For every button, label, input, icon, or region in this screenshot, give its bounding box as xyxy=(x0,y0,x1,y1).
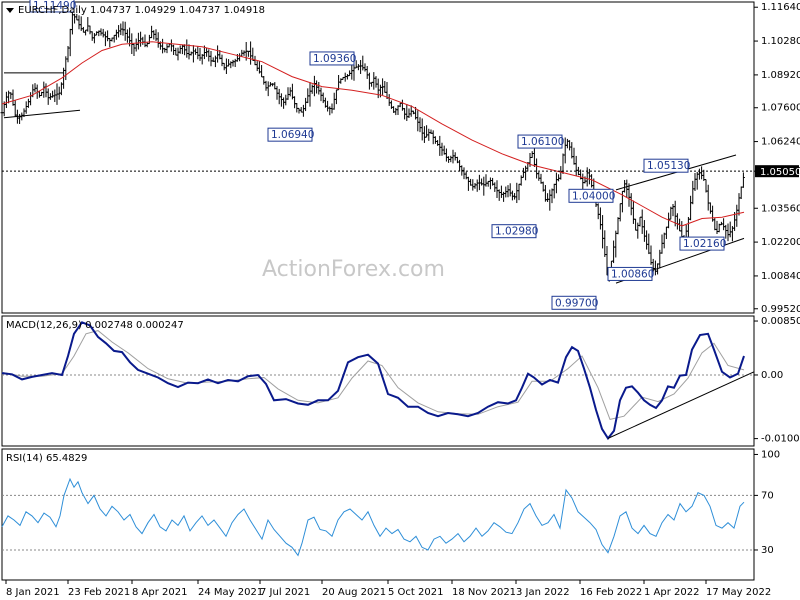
price-annotation-text: 1.00860 xyxy=(611,268,654,280)
x-axis-label: 20 Aug 2021 xyxy=(322,587,386,598)
rsi-axis-label: 30 xyxy=(761,545,774,556)
price-axis-label: 1.03560 xyxy=(761,203,800,214)
price-annotation-text: 1.06100 xyxy=(521,136,564,148)
price-annotation: 0.99700 xyxy=(551,295,598,310)
x-axis-label: 16 Feb 2022 xyxy=(580,587,642,598)
price-annotation: 1.06940 xyxy=(267,127,314,142)
price-title: EURCHF,Daily 1.04737 1.04929 1.04737 1.0… xyxy=(6,5,265,16)
current-price-label: 1.05050 xyxy=(760,167,800,178)
price-axis-label: 1.06240 xyxy=(761,137,800,148)
x-axis-label: 8 Jan 2021 xyxy=(6,587,60,598)
x-axis-label: 8 Apr 2021 xyxy=(132,587,187,598)
x-axis-label: 23 Feb 2021 xyxy=(68,587,130,598)
x-axis-label: 1 Apr 2022 xyxy=(644,587,699,598)
rsi-axis-label: 70 xyxy=(761,490,774,501)
price-axis-label: 1.02200 xyxy=(761,237,800,248)
rsi-panel xyxy=(1,448,755,581)
price-annotation-text: 1.02160 xyxy=(683,238,726,250)
price-title-text: EURCHF,Daily 1.04737 1.04929 1.04737 1.0… xyxy=(18,5,265,16)
price-axis-label: 1.07600 xyxy=(761,103,800,114)
x-axis-label: 18 Nov 2021 xyxy=(452,587,516,598)
price-annotation: 1.05130 xyxy=(643,158,690,173)
chart-canvas: ActionForex.com 1.114901.093601.069401.0… xyxy=(0,0,800,598)
price-annotation: 1.09360 xyxy=(309,51,356,66)
x-axis-label: 17 May 2022 xyxy=(706,587,771,598)
rsi-axis-label: 100 xyxy=(761,449,780,460)
rsi-title-text: RSI(14) 65.4829 xyxy=(6,453,87,464)
x-axis-label: 5 Oct 2021 xyxy=(388,587,443,598)
price-axis-label: 0.99520 xyxy=(761,304,800,315)
price-annotation-text: 1.09360 xyxy=(313,53,356,65)
price-annotation-text: 1.02980 xyxy=(495,226,538,238)
x-axis-label: 24 May 2021 xyxy=(198,587,263,598)
price-annotation: 1.00860 xyxy=(607,266,654,281)
price-axis-label: 1.11640 xyxy=(761,2,800,13)
watermark-text: ActionForex.com xyxy=(262,257,445,282)
macd-axis-label: 0.00 xyxy=(761,370,783,381)
macd-title-text: MACD(12,26,9) 0.002748 0.000247 xyxy=(6,320,184,331)
price-annotation: 1.02160 xyxy=(679,236,726,251)
price-axis-label: 1.10280 xyxy=(761,36,800,47)
price-annotation-text: 1.05130 xyxy=(647,160,690,172)
price-axis-label: 1.00840 xyxy=(761,271,800,282)
price-annotation-text: 0.99700 xyxy=(555,297,598,309)
price-annotation: 1.02980 xyxy=(491,224,538,239)
price-annotation: 1.06100 xyxy=(517,134,564,149)
macd-panel xyxy=(1,315,755,447)
price-axis-label: 1.08920 xyxy=(761,70,800,81)
price-annotation-text: 1.06940 xyxy=(271,129,314,141)
macd-axis-label: -0.010034 xyxy=(761,434,800,445)
x-axis-label: 7 Jul 2021 xyxy=(260,587,310,598)
price-annotation-text: 1.04000 xyxy=(572,190,615,202)
price-annotation: 1.04000 xyxy=(568,188,615,203)
x-axis-label: 3 Jan 2022 xyxy=(516,587,570,598)
macd-axis-label: 0.008507 xyxy=(761,316,800,327)
